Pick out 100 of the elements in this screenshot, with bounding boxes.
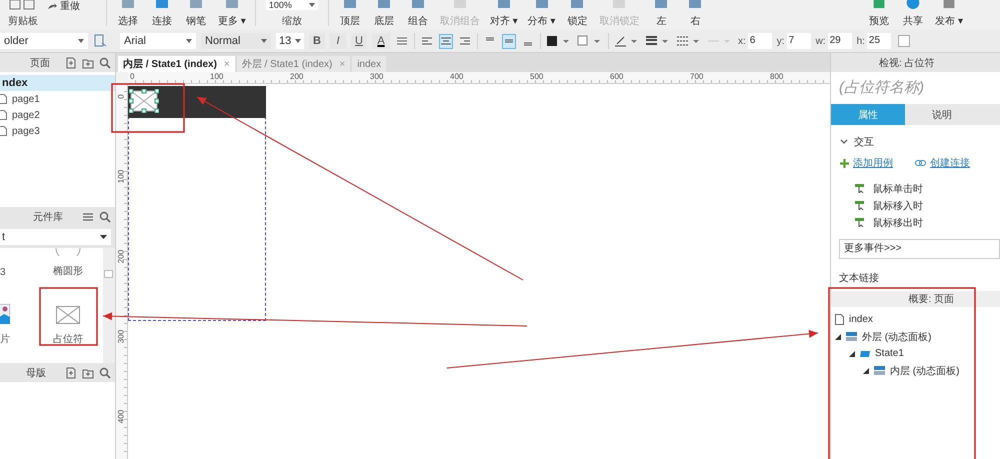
fill-color-icon[interactable] <box>546 35 572 47</box>
add-page-icon[interactable] <box>65 56 77 68</box>
checkbox[interactable] <box>898 35 910 47</box>
tool-button[interactable]: 连接 <box>147 0 177 28</box>
document-tab[interactable]: 外层 / State1 (index) × <box>236 56 350 72</box>
event-item[interactable]: 鼠标移出时 <box>855 214 1000 231</box>
panel-title: 页面 <box>30 56 50 70</box>
tool-icon <box>224 0 239 9</box>
position-field[interactable]: 6 <box>748 33 772 49</box>
document-tab[interactable]: 内层 / State1 (index) × <box>118 56 235 72</box>
font-dropdown[interactable]: Arial <box>120 33 196 49</box>
layer-icon <box>570 0 584 9</box>
text-style-button[interactable]: U <box>351 33 367 49</box>
event-item[interactable]: 鼠标单击时 <box>855 180 1000 197</box>
layer-icon <box>410 0 425 9</box>
shadow-icon[interactable] <box>577 35 603 47</box>
redo-button[interactable]: 重做 <box>48 0 80 12</box>
expand-triangle-icon[interactable] <box>835 334 841 340</box>
plus-icon <box>840 158 849 168</box>
font-color-button[interactable]: A <box>372 33 390 49</box>
outline-item[interactable]: 外层 (动态面板) <box>831 328 1000 345</box>
tool-button[interactable]: 更多 ▾ <box>215 0 249 28</box>
line-style-icon[interactable] <box>676 35 702 47</box>
align-button[interactable] <box>439 34 453 48</box>
expand-triangle-icon[interactable] <box>863 368 869 374</box>
action-link[interactable]: 创建连接 <box>930 156 970 170</box>
chevron-icon[interactable] <box>840 139 848 145</box>
layer-icon <box>654 0 668 9</box>
scrollbar[interactable] <box>103 248 115 363</box>
selected-placeholder[interactable] <box>129 89 159 113</box>
text-style-button[interactable]: I <box>330 33 346 49</box>
redo-arrow-icon <box>48 2 57 10</box>
page-item[interactable]: page1 <box>0 91 115 107</box>
position-field[interactable]: 25 <box>866 33 891 49</box>
placeholder-icon <box>56 306 80 324</box>
widget-item[interactable]: 3 <box>0 248 36 290</box>
arrange-button[interactable]: 左 <box>646 0 676 28</box>
text-align-icon <box>460 36 470 46</box>
arrange-button[interactable]: 右 <box>680 0 710 28</box>
tool-button[interactable]: 钢笔 <box>181 0 211 28</box>
publish-button[interactable]: 共享 <box>898 0 928 28</box>
search-icon[interactable] <box>99 210 111 222</box>
outline-item[interactable]: index <box>831 311 1000 328</box>
text-align-icon <box>441 36 451 46</box>
valign-button[interactable] <box>502 34 516 48</box>
scrollbar-thumb[interactable] <box>104 270 113 278</box>
position-field[interactable]: 29 <box>828 33 852 49</box>
page-icon <box>835 314 844 325</box>
panel-icon <box>874 366 885 375</box>
position-field[interactable]: 7 <box>786 33 811 49</box>
inspector-tab[interactable]: 说明 <box>905 104 979 125</box>
list-icon[interactable] <box>395 35 409 47</box>
position-label: x: <box>738 36 746 46</box>
weight-dropdown[interactable]: Normal <box>201 33 271 49</box>
horizontal-ruler: 0 100 200 300 400 500 600 700 800 <box>128 72 830 84</box>
line-color-icon[interactable] <box>614 35 640 47</box>
expand-triangle-icon[interactable] <box>849 350 855 356</box>
arrange-button[interactable]: 底层 <box>368 0 399 28</box>
action-link[interactable]: 添加用例 <box>853 156 893 170</box>
caret-icon <box>308 3 315 7</box>
add-master-icon[interactable] <box>65 366 77 378</box>
tool-icon <box>189 0 203 9</box>
arrange-button[interactable]: 锁定 <box>562 0 592 28</box>
layer-icon <box>688 0 702 9</box>
arrange-button[interactable]: 分布 ▾ <box>524 0 558 28</box>
arrange-button[interactable]: 对齐 ▾ <box>486 0 521 28</box>
widget-item[interactable]: 片 <box>0 290 36 358</box>
section-title: 文本链接 <box>838 272 880 284</box>
publish-button[interactable]: 预览 <box>864 0 894 28</box>
widget-item[interactable]: 椭圆形 <box>36 248 100 290</box>
widget-item[interactable]: 占位符 <box>36 290 100 358</box>
outline-item[interactable]: State1 <box>831 345 1000 362</box>
zoom-field[interactable]: 100% <box>266 0 318 10</box>
annotation-frame <box>39 287 98 346</box>
page-item[interactable]: page3 <box>0 123 115 139</box>
page-item[interactable]: ndex <box>0 75 115 91</box>
arrange-button[interactable]: 顶层 <box>334 0 365 28</box>
text-style-button[interactable]: B <box>309 33 325 49</box>
line-width-icon[interactable] <box>645 35 671 47</box>
document-tab[interactable]: index <box>352 56 386 72</box>
layer-icon <box>452 0 467 9</box>
event-item[interactable]: 鼠标移入时 <box>855 197 1000 214</box>
style-dropdown[interactable]: older <box>0 33 88 49</box>
add-folder-icon[interactable] <box>82 56 94 68</box>
caret-icon <box>186 39 192 43</box>
position-label: w: <box>816 36 826 46</box>
tool-button[interactable]: 选择 <box>113 0 143 28</box>
format-painter-icon[interactable] <box>93 34 107 48</box>
size-dropdown[interactable]: 13 <box>276 33 304 49</box>
search-icon[interactable] <box>99 366 111 378</box>
more-events-dropdown[interactable]: 更多事件>>> <box>839 239 1000 259</box>
page-item[interactable]: page2 <box>0 107 115 123</box>
outline-item[interactable]: 内层 (动态面板) <box>831 362 1000 379</box>
arrange-button[interactable]: 组合 <box>402 0 433 28</box>
search-icon[interactable] <box>99 56 111 68</box>
library-dropdown[interactable]: t <box>0 229 111 245</box>
menu-icon[interactable] <box>82 210 94 222</box>
name-field[interactable]: (占位符名称) <box>837 78 991 96</box>
add-folder-icon[interactable] <box>82 366 94 378</box>
publish-button[interactable]: 发布 ▾ <box>932 0 966 28</box>
